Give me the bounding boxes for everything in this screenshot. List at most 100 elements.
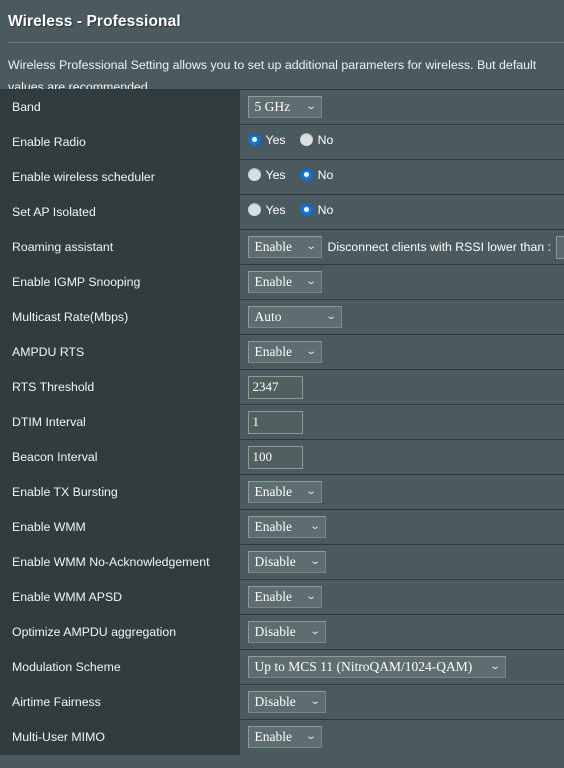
- row-label-roaming-assistant: Roaming assistant: [0, 229, 240, 265]
- row-label-enable-wmm-apsd: Enable WMM APSD: [0, 579, 240, 615]
- select-value-enable-wmm-no-acknowledgement: Disable: [254, 554, 296, 569]
- select-enable-igmp-snooping[interactable]: Enable ⌄: [247, 271, 322, 293]
- select-ampdu-rts[interactable]: Enable ⌄: [247, 341, 322, 363]
- select-roaming-assistant[interactable]: Enable ⌄: [247, 236, 322, 258]
- row-label-set-ap-isolated: Set AP Isolated: [0, 194, 240, 230]
- select-value-multicast-rate: Auto: [254, 309, 282, 324]
- chevron-down-icon: ⌄: [305, 241, 317, 252]
- select-value-modulation-scheme: Up to MCS 11 (NitroQAM/1024-QAM): [254, 659, 473, 674]
- select-value-ampdu-rts: Enable: [254, 344, 292, 359]
- settings-row: Enable IGMP Snooping Enable ⌄: [0, 264, 564, 300]
- row-control-multicast-rate: Auto ⌄: [239, 299, 564, 335]
- select-enable-tx-bursting[interactable]: Enable ⌄: [247, 481, 322, 503]
- radio-label: Yes: [265, 132, 286, 147]
- row-label-multi-user-mimo: Multi-User MIMO: [0, 719, 240, 755]
- row-label-ampdu-rts: AMPDU RTS: [0, 334, 240, 370]
- chevron-down-icon: ⌄: [305, 346, 317, 357]
- settings-row: Roaming assistant Enable ⌄ Disconnect clien…: [0, 229, 564, 265]
- input-rts-threshold[interactable]: [247, 375, 303, 399]
- select-enable-wmm-no-acknowledgement[interactable]: Disable ⌄: [247, 551, 326, 573]
- row-control-enable-tx-bursting: Enable ⌄: [239, 474, 564, 510]
- chevron-down-icon: ⌄: [309, 556, 321, 567]
- select-band[interactable]: 5 GHz ⌄: [247, 96, 322, 118]
- row-label-enable-wmm-no-acknowledgement: Enable WMM No-Acknowledgement: [0, 544, 240, 580]
- select-value-optimize-ampdu-aggregation: Disable: [254, 624, 296, 639]
- chevron-down-icon: ⌄: [305, 101, 317, 112]
- select-optimize-ampdu-aggregation[interactable]: Disable ⌄: [247, 621, 326, 643]
- radio-set-ap-isolated-yes[interactable]: Yes: [247, 202, 286, 217]
- rssi-note-label: Disconnect clients with RSSI lower than …: [327, 240, 552, 254]
- select-value-airtime-fairness: Disable: [254, 694, 296, 709]
- row-label-beacon-interval: Beacon Interval: [0, 439, 240, 475]
- settings-row: Multi-User MIMO Enable ⌄: [0, 719, 564, 755]
- row-control-enable-wmm-apsd: Enable ⌄: [239, 579, 564, 615]
- page-header: Wireless - Professional: [0, 0, 564, 43]
- row-label-enable-radio: Enable Radio: [0, 124, 240, 160]
- select-multicast-rate[interactable]: Auto ⌄: [247, 306, 342, 328]
- row-control-roaming-assistant: Enable ⌄ Disconnect clients with RSSI lowe…: [239, 229, 564, 265]
- select-value-enable-igmp-snooping: Enable: [254, 274, 292, 289]
- page-description: Wireless Professional Setting allows you…: [8, 58, 540, 89]
- chevron-down-icon: ⌄: [309, 626, 321, 637]
- radio-dot-icon: [247, 203, 261, 217]
- input-beacon-interval[interactable]: [247, 445, 303, 469]
- radio-dot-icon: [247, 133, 261, 147]
- settings-row: DTIM Interval: [0, 404, 564, 440]
- row-label-enable-igmp-snooping: Enable IGMP Snooping: [0, 264, 240, 300]
- select-modulation-scheme[interactable]: Up to MCS 11 (NitroQAM/1024-QAM) ⌄: [247, 656, 506, 678]
- page-title: Wireless - Professional: [8, 13, 181, 30]
- radio-enable-radio-no[interactable]: No: [299, 132, 334, 147]
- row-label-multicast-rate: Multicast Rate(Mbps): [0, 299, 240, 335]
- row-control-beacon-interval: [239, 439, 564, 475]
- radio-label: No: [317, 202, 334, 217]
- select-value-band: 5 GHz: [254, 99, 291, 114]
- radio-label: Yes: [265, 202, 286, 217]
- select-value-enable-tx-bursting: Enable: [254, 484, 292, 499]
- radio-dot-icon: [299, 168, 313, 182]
- chevron-down-icon: ⌄: [325, 311, 337, 322]
- row-label-airtime-fairness: Airtime Fairness: [0, 684, 240, 720]
- settings-row: Band 5 GHz ⌄: [0, 89, 564, 125]
- input-dtim-interval[interactable]: [247, 410, 303, 434]
- radio-dot-icon: [299, 203, 313, 217]
- settings-row: Multicast Rate(Mbps) Auto ⌄: [0, 299, 564, 335]
- radio-label: Yes: [265, 167, 286, 182]
- settings-row: RTS Threshold: [0, 369, 564, 405]
- rssi-threshold-input[interactable]: [556, 235, 564, 259]
- settings-row: Enable WMM Enable ⌄: [0, 509, 564, 545]
- row-control-band: 5 GHz ⌄: [239, 89, 564, 125]
- chevron-down-icon: ⌄: [489, 661, 501, 672]
- radio-enable-wireless-scheduler-yes[interactable]: Yes: [247, 167, 286, 182]
- settings-rows: Band 5 GHz ⌄ Enable Radio Yes No Enable wirele…: [0, 89, 564, 755]
- select-enable-wmm[interactable]: Enable ⌄: [247, 516, 326, 538]
- settings-row: Set AP Isolated Yes No: [0, 194, 564, 230]
- radio-set-ap-isolated-no[interactable]: No: [299, 202, 334, 217]
- row-control-ampdu-rts: Enable ⌄: [239, 334, 564, 370]
- select-multi-user-mimo[interactable]: Enable ⌄: [247, 726, 322, 749]
- radio-enable-wireless-scheduler-no[interactable]: No: [299, 167, 334, 182]
- settings-row: Enable WMM No-Acknowledgement Disable ⌄: [0, 544, 564, 580]
- radio-label: No: [317, 167, 334, 182]
- radio-label: No: [317, 132, 334, 147]
- row-control-modulation-scheme: Up to MCS 11 (NitroQAM/1024-QAM) ⌄: [239, 649, 564, 685]
- row-label-rts-threshold: RTS Threshold: [0, 369, 240, 405]
- row-label-enable-wmm: Enable WMM: [0, 509, 240, 545]
- row-control-enable-wireless-scheduler: Yes No: [239, 159, 564, 195]
- radio-enable-radio-yes[interactable]: Yes: [247, 132, 286, 147]
- radio-group-set-ap-isolated: Yes No: [247, 202, 334, 217]
- chevron-down-icon: ⌄: [305, 486, 317, 497]
- radio-group-enable-radio: Yes No: [247, 132, 334, 147]
- row-label-band: Band: [0, 89, 240, 125]
- row-control-enable-wmm: Enable ⌄: [239, 509, 564, 545]
- select-airtime-fairness[interactable]: Disable ⌄: [247, 691, 326, 713]
- wireless-professional-settings-table: Band 5 GHz ⌄ Enable Radio Yes No Enable wirele…: [0, 89, 564, 755]
- radio-dot-icon: [299, 133, 313, 147]
- chevron-down-icon: ⌄: [309, 521, 321, 532]
- radio-dot-icon: [247, 168, 261, 182]
- settings-row: Optimize AMPDU aggregation Disable ⌄: [0, 614, 564, 650]
- row-label-optimize-ampdu-aggregation: Optimize AMPDU aggregation: [0, 614, 240, 650]
- chevron-down-icon: ⌄: [305, 731, 317, 743]
- radio-group-enable-wireless-scheduler: Yes No: [247, 167, 334, 182]
- row-control-multi-user-mimo: Enable ⌄: [239, 719, 564, 755]
- select-enable-wmm-apsd[interactable]: Enable ⌄: [247, 586, 322, 608]
